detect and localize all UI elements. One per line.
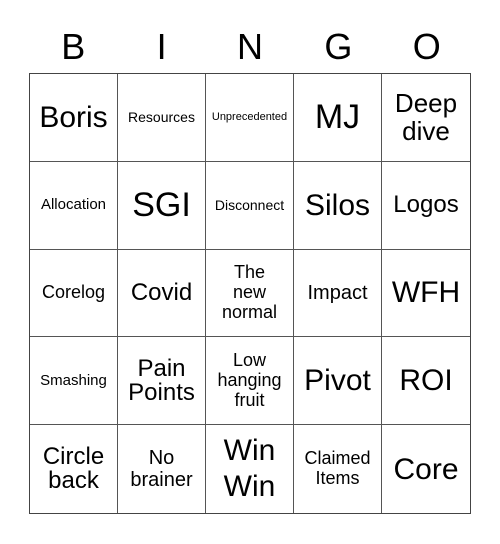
bingo-cell[interactable]: Covid <box>118 249 206 338</box>
bingo-cell[interactable]: Core <box>382 425 470 513</box>
bingo-cell[interactable]: Resources <box>118 74 206 162</box>
bingo-cell[interactable]: Deep dive <box>382 74 470 162</box>
bingo-cell[interactable]: Corelog <box>30 249 118 338</box>
header-letter-o: O <box>412 26 441 67</box>
bingo-grid: Boris Resources Unprecedented MJ Deep di… <box>29 73 471 514</box>
bingo-cell[interactable]: Claimed Items <box>294 425 382 513</box>
bingo-cell[interactable]: Pain Points <box>118 337 206 426</box>
bingo-cell[interactable]: SGI <box>118 161 206 250</box>
bingo-cell[interactable]: No brainer <box>118 425 206 513</box>
bingo-cell[interactable]: Win Win <box>206 425 294 513</box>
bingo-cell[interactable]: Allocation <box>30 161 118 250</box>
bingo-cell[interactable]: Pivot <box>294 337 382 426</box>
bingo-cell[interactable]: Impact <box>294 249 382 338</box>
bingo-cell[interactable]: Unprecedented <box>206 74 294 162</box>
bingo-cell[interactable]: Circle back <box>30 425 118 513</box>
bingo-cell[interactable]: Logos <box>382 162 470 250</box>
bingo-cell[interactable]: Disconnect <box>206 161 294 250</box>
bingo-cell[interactable]: Silos <box>294 161 382 250</box>
bingo-cell[interactable]: The new normal <box>206 249 294 338</box>
bingo-header: B I N G O <box>29 22 471 72</box>
header-letter-b: B <box>61 26 86 67</box>
bingo-cell[interactable]: WFH <box>382 250 470 338</box>
bingo-cell[interactable]: Low hanging fruit <box>206 337 294 426</box>
bingo-cell[interactable]: MJ <box>294 74 382 162</box>
bingo-cell[interactable]: Boris <box>30 74 118 162</box>
bingo-cell[interactable]: Smashing <box>30 337 118 426</box>
header-letter-n: N <box>236 26 263 67</box>
header-letter-i: I <box>156 26 167 67</box>
bingo-cell[interactable]: ROI <box>382 337 470 426</box>
header-letter-g: G <box>324 26 353 67</box>
